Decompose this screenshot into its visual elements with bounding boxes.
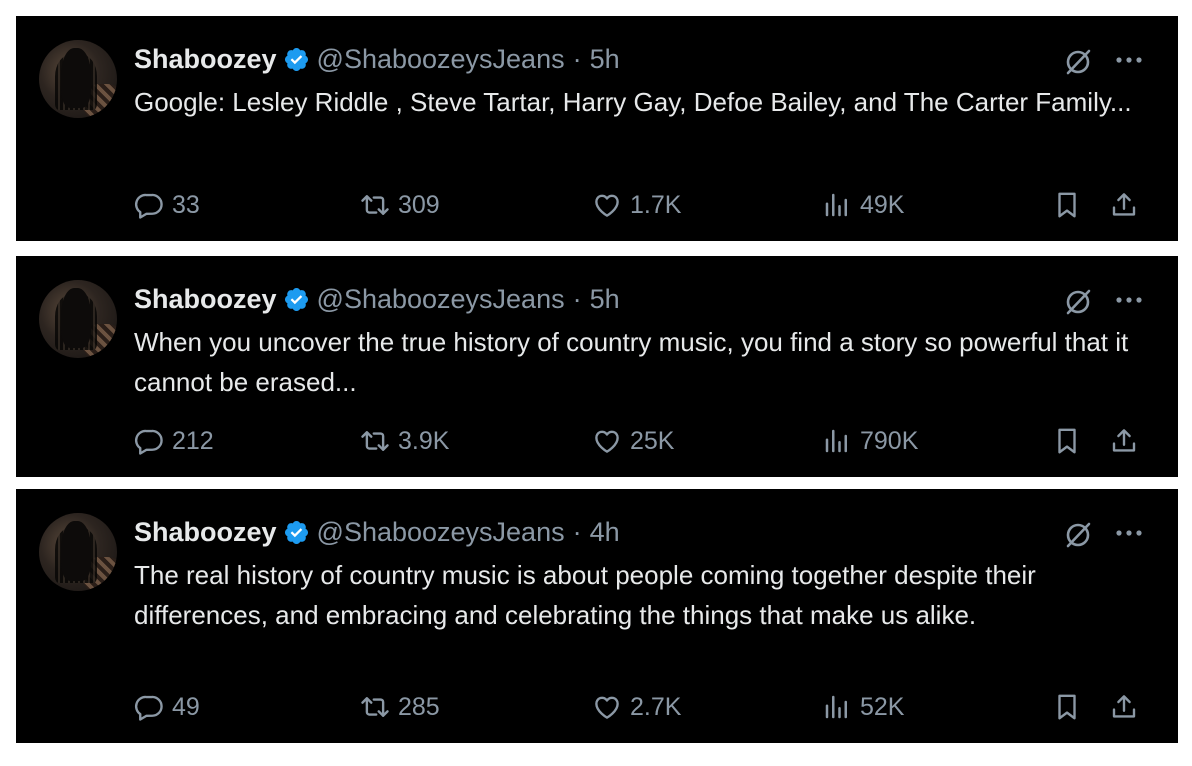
verified-badge-icon <box>284 520 308 544</box>
views-count: 790K <box>860 426 919 455</box>
reply-count: 212 <box>172 426 214 455</box>
retweet-button[interactable]: 285 <box>360 687 440 727</box>
bookmark-icon <box>1058 192 1076 218</box>
tweet-text: The real history of country music is abo… <box>134 560 1036 630</box>
grok-icon[interactable] <box>1062 286 1094 318</box>
author-handle[interactable]: @ShaboozeysJeans <box>317 284 565 315</box>
like-count: 2.7K <box>630 692 682 721</box>
timestamp[interactable]: 5h <box>590 284 620 315</box>
share-icon <box>1112 695 1136 718</box>
like-icon <box>595 430 619 453</box>
separator: · <box>572 516 582 547</box>
bookmark-button[interactable] <box>1052 421 1082 461</box>
tweet-card[interactable]: Shaboozey @ShaboozeysJeans · 5h Google: … <box>16 16 1178 241</box>
timestamp[interactable]: 4h <box>590 517 620 548</box>
like-count: 25K <box>630 426 675 455</box>
avatar[interactable] <box>39 280 117 358</box>
reply-icon <box>134 193 163 219</box>
verified-badge-icon <box>284 47 308 71</box>
views-icon <box>825 193 847 217</box>
retweet-button[interactable]: 3.9K <box>360 421 449 461</box>
reply-button[interactable]: 49 <box>134 687 200 727</box>
bookmark-icon <box>1058 694 1076 720</box>
retweet-count: 285 <box>398 692 440 721</box>
separator: · <box>572 43 582 74</box>
share-button[interactable] <box>1109 185 1139 225</box>
views-button[interactable]: 790K <box>822 421 918 461</box>
views-count: 52K <box>860 692 905 721</box>
author-handle[interactable]: @ShaboozeysJeans <box>317 517 565 548</box>
share-icon <box>1112 429 1136 452</box>
tweet-text: When you uncover the true history of cou… <box>134 327 1129 397</box>
like-icon <box>595 696 619 719</box>
retweet-icon <box>361 195 389 215</box>
retweet-button[interactable]: 309 <box>360 185 440 225</box>
bookmark-button[interactable] <box>1052 687 1082 727</box>
views-icon <box>825 429 847 453</box>
reply-button[interactable]: 212 <box>134 421 214 461</box>
tweet-header: Shaboozey @ShaboozeysJeans · 5h <box>134 282 620 316</box>
views-icon <box>825 695 847 719</box>
tweet-text: Google: Lesley Riddle , Steve Tartar, Ha… <box>134 87 1132 117</box>
retweet-icon <box>361 697 389 717</box>
avatar[interactable] <box>39 513 117 591</box>
reply-icon <box>134 695 163 721</box>
author-name[interactable]: Shaboozey <box>134 517 277 548</box>
retweet-icon <box>361 431 389 451</box>
like-button[interactable]: 2.7K <box>592 687 681 727</box>
action-bar: 212 3.9K 25K 790K <box>134 421 1150 461</box>
share-button[interactable] <box>1109 687 1139 727</box>
bookmark-icon <box>1058 428 1076 454</box>
tweet-header: Shaboozey @ShaboozeysJeans · 5h <box>134 42 620 76</box>
timestamp[interactable]: 5h <box>590 44 620 75</box>
views-button[interactable]: 49K <box>822 185 904 225</box>
grok-icon[interactable] <box>1062 46 1094 78</box>
author-name[interactable]: Shaboozey <box>134 44 277 75</box>
more-icon[interactable] <box>1114 523 1144 543</box>
like-button[interactable]: 1.7K <box>592 185 681 225</box>
retweet-count: 309 <box>398 190 440 219</box>
tweet-card[interactable]: Shaboozey @ShaboozeysJeans · 4h The real… <box>16 489 1178 743</box>
separator: · <box>572 283 582 314</box>
more-icon[interactable] <box>1114 290 1144 310</box>
verified-badge-icon <box>284 287 308 311</box>
like-count: 1.7K <box>630 190 682 219</box>
reply-button[interactable]: 33 <box>134 185 200 225</box>
reply-icon <box>134 429 163 455</box>
bookmark-button[interactable] <box>1052 185 1082 225</box>
action-bar: 33 309 1.7K 49K <box>134 185 1150 225</box>
share-icon <box>1112 193 1136 216</box>
tweet-card[interactable]: Shaboozey @ShaboozeysJeans · 5h When you… <box>16 256 1178 477</box>
grok-icon[interactable] <box>1062 519 1094 551</box>
reply-count: 33 <box>172 190 200 219</box>
share-button[interactable] <box>1109 421 1139 461</box>
tweet-header: Shaboozey @ShaboozeysJeans · 4h <box>134 515 620 549</box>
views-button[interactable]: 52K <box>822 687 904 727</box>
like-button[interactable]: 25K <box>592 421 674 461</box>
views-count: 49K <box>860 190 905 219</box>
avatar[interactable] <box>39 40 117 118</box>
retweet-count: 3.9K <box>398 426 450 455</box>
more-icon[interactable] <box>1114 50 1144 70</box>
reply-count: 49 <box>172 692 200 721</box>
like-icon <box>595 194 619 217</box>
action-bar: 49 285 2.7K 52K <box>134 687 1150 727</box>
author-name[interactable]: Shaboozey <box>134 284 277 315</box>
author-handle[interactable]: @ShaboozeysJeans <box>317 44 565 75</box>
